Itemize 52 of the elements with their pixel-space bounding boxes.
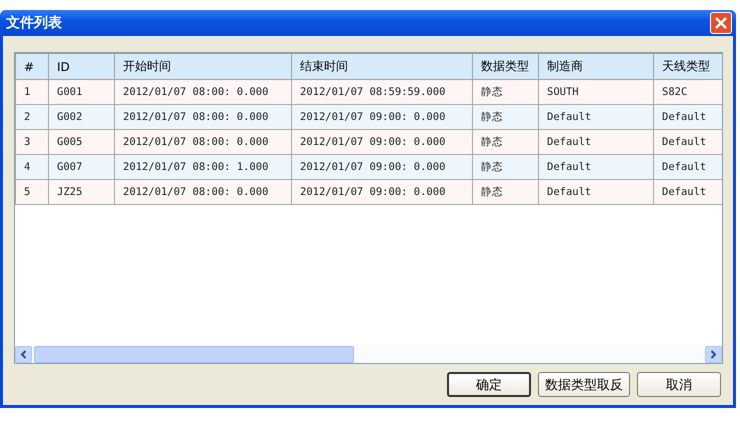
table-cell: 静态 [472, 80, 538, 104]
table-cell: 2012/01/07 08:00: 0.000 [114, 80, 292, 104]
table-cell: Default [654, 154, 722, 180]
table-cell: 2012/01/07 08:00: 1.000 [114, 154, 292, 180]
dialog-button[interactable]: 数据类型取反 [538, 372, 630, 397]
table-cell: Default [538, 104, 654, 130]
table-cell: 1 [16, 80, 48, 104]
table-cell: G007 [48, 154, 114, 180]
table-cell: JZ25 [48, 180, 114, 204]
table-cell: 静态 [472, 104, 538, 130]
column-header[interactable]: ID [48, 54, 114, 80]
table-cell: 2012/01/07 08:00: 0.000 [114, 180, 292, 204]
table-cell: 2012/01/07 08:59:59.000 [292, 80, 472, 104]
dialog-button[interactable]: 确定 [447, 372, 531, 397]
table-cell: 静态 [472, 154, 538, 180]
table-cell: 2012/01/07 09:00: 0.000 [292, 180, 472, 204]
table-cell: Default [654, 104, 722, 130]
column-header[interactable]: 数据类型 [472, 54, 538, 80]
table-cell: 5 [16, 180, 48, 204]
table-cell: Default [654, 180, 722, 204]
column-header[interactable]: 制造商 [538, 54, 654, 80]
table-cell: G002 [48, 104, 114, 130]
scroll-right-button[interactable] [705, 346, 722, 362]
close-button[interactable] [710, 12, 732, 34]
table-cell: Default [538, 130, 654, 154]
scroll-left-button[interactable] [15, 346, 32, 362]
table-cell: 2012/01/07 08:00: 0.000 [114, 130, 292, 154]
table-cell: 2012/01/07 09:00: 0.000 [292, 104, 472, 130]
column-header[interactable]: # [16, 54, 48, 80]
column-header[interactable]: 天线类型 [654, 54, 722, 80]
close-icon [715, 17, 727, 29]
table-cell: 静态 [472, 130, 538, 154]
horizontal-scrollbar[interactable] [15, 345, 722, 363]
table-cell: S82C [654, 80, 722, 104]
table-cell: 2 [16, 104, 48, 130]
table-cell: 4 [16, 154, 48, 180]
table-cell: SOUTH [538, 80, 654, 104]
table-cell: Default [538, 180, 654, 204]
table-cell: G001 [48, 80, 114, 104]
table-cell: 静态 [472, 180, 538, 204]
table-cell: 3 [16, 130, 48, 154]
scrollbar-thumb[interactable] [34, 346, 354, 362]
column-header[interactable]: 开始时间 [114, 54, 292, 80]
table-cell: Default [654, 130, 722, 154]
table-cell: G005 [48, 130, 114, 154]
window-title: 文件列表 [6, 14, 62, 32]
dialog-button[interactable]: 取消 [637, 372, 721, 397]
table-cell: 2012/01/07 09:00: 0.000 [292, 130, 472, 154]
column-header[interactable]: 结束时间 [292, 54, 472, 80]
table-cell: 2012/01/07 09:00: 0.000 [292, 154, 472, 180]
table-cell: Default [538, 154, 654, 180]
table-cell: 2012/01/07 08:00: 0.000 [114, 104, 292, 130]
